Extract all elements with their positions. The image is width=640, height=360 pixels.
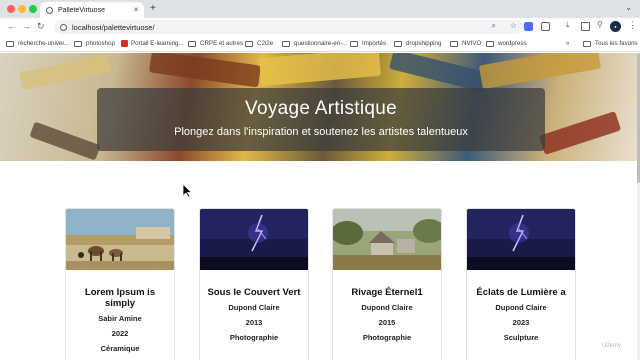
- tab-title: PalleteVirtuose: [58, 6, 105, 14]
- browser-tab-strip: PalleteVirtuose ✕ + ⌄: [0, 0, 640, 18]
- pin-icon[interactable]: ⚲: [597, 20, 606, 29]
- folder-icon: [350, 40, 358, 47]
- mouse-cursor-icon: [183, 184, 193, 198]
- bookmark-item[interactable]: NVIVO: [450, 40, 481, 47]
- bookmark-item[interactable]: Portail E-learning...: [121, 40, 184, 47]
- folder-icon: [245, 40, 253, 47]
- extension-icon[interactable]: [524, 22, 533, 31]
- new-tab-button[interactable]: +: [150, 3, 156, 14]
- address-bar[interactable]: localhost/palettevirtuose/ ⌕ ☆: [54, 20, 524, 34]
- hero-brush-stroke: [259, 53, 381, 87]
- more-menu-icon[interactable]: ⋮: [628, 20, 637, 31]
- artwork-artist: Dupond Claire: [495, 303, 547, 312]
- artwork-card[interactable]: Éclats de Lumière a Dupond Claire 2023 S…: [466, 208, 576, 360]
- browser-toolbar: ← → ↻ localhost/palettevirtuose/ ⌕ ☆ ⤓ ⚲…: [0, 18, 640, 36]
- bookmark-item[interactable]: wordpress: [486, 40, 527, 47]
- more-bookmarks-button[interactable]: »: [566, 40, 569, 47]
- hero-overlay-panel: Voyage Artistique Plongez dans l'inspira…: [97, 88, 545, 151]
- artwork-year: 2023: [512, 318, 530, 327]
- hero-brush-stroke: [149, 53, 261, 88]
- artwork-image: [467, 209, 575, 270]
- close-window-button[interactable]: [7, 5, 15, 13]
- chevron-down-icon[interactable]: ⌄: [625, 3, 632, 12]
- hero-banner: Voyage Artistique Plongez dans l'inspira…: [0, 53, 637, 161]
- artwork-year: 2022: [111, 329, 129, 338]
- artwork-title[interactable]: Sous le Couvert Vert: [200, 287, 308, 298]
- url-text[interactable]: localhost/palettevirtuose/: [72, 23, 155, 32]
- profile-avatar[interactable]: ●: [610, 21, 621, 32]
- artwork-artist: Sabir Amine: [98, 314, 142, 323]
- hero-brush-stroke: [538, 111, 622, 155]
- forward-arrow-icon[interactable]: →: [22, 21, 31, 31]
- udemy-watermark: Udemy: [602, 343, 622, 349]
- download-icon[interactable]: ⤓: [566, 20, 575, 29]
- site-info-icon[interactable]: [60, 23, 67, 31]
- artwork-card[interactable]: Lorem Ipsum is simply Sabir Amine 2022 C…: [65, 208, 175, 360]
- folder-icon: [394, 40, 402, 47]
- folder-icon: [583, 40, 591, 47]
- artwork-artist: Dupond Claire: [228, 303, 280, 312]
- artwork-image: [66, 209, 174, 270]
- folder-icon: [74, 40, 82, 47]
- hero-brush-stroke: [389, 53, 491, 93]
- minimize-window-button[interactable]: [18, 5, 26, 13]
- side-panel-icon[interactable]: [581, 22, 590, 31]
- folder-icon: [486, 40, 494, 47]
- page-subtitle: Plongez dans l'inspiration et soutenez l…: [174, 126, 468, 138]
- folder-icon: [450, 40, 458, 47]
- bookmark-item[interactable]: recherche-univer...: [6, 40, 69, 47]
- browser-tab[interactable]: PalleteVirtuose ✕: [40, 2, 144, 18]
- artwork-year: 2015: [378, 318, 396, 327]
- artwork-category: Céramique: [100, 344, 140, 353]
- bookmark-item[interactable]: questionnaire-en-...: [282, 40, 347, 47]
- bookmarks-bar: recherche-univer... photoshop Portail E-…: [0, 36, 640, 52]
- hero-brush-stroke: [19, 53, 111, 91]
- artwork-year: 2013: [245, 318, 263, 327]
- maximize-window-button[interactable]: [29, 5, 37, 13]
- all-favorites-button[interactable]: Tous les favoris: [583, 40, 638, 47]
- bookmark-item[interactable]: CRPE et autres: [188, 40, 243, 47]
- artwork-image: [200, 209, 308, 270]
- folder-icon: [6, 40, 14, 47]
- folder-icon: [188, 40, 196, 47]
- bookmark-star-icon[interactable]: ☆: [510, 21, 517, 30]
- artwork-artist: Dupond Claire: [361, 303, 413, 312]
- hero-brush-stroke: [478, 53, 602, 90]
- artwork-category: Photographie: [362, 333, 412, 342]
- artwork-title[interactable]: Lorem Ipsum is simply: [66, 287, 174, 309]
- portal-icon: [121, 40, 128, 47]
- artwork-category: Sculpture: [503, 333, 539, 342]
- artwork-card[interactable]: Rivage Éternel1 Dupond Claire 2015 Photo…: [332, 208, 442, 360]
- close-icon[interactable]: ✕: [133, 6, 139, 14]
- bookmark-item[interactable]: dropshipping: [394, 40, 441, 47]
- zoom-icon[interactable]: ⌕: [492, 21, 496, 31]
- artwork-category: Photographie: [229, 333, 279, 342]
- bookmark-item[interactable]: C2i2e: [245, 40, 273, 47]
- reload-icon[interactable]: ↻: [37, 21, 45, 32]
- artwork-card[interactable]: Sous le Couvert Vert Dupond Claire 2013 …: [199, 208, 309, 360]
- extensions-puzzle-icon[interactable]: [541, 22, 550, 31]
- bookmark-item[interactable]: Importés: [350, 40, 386, 47]
- hero-brush-stroke: [29, 121, 101, 161]
- bookmark-item[interactable]: photoshop: [74, 40, 115, 47]
- artwork-title[interactable]: Éclats de Lumière a: [467, 287, 575, 298]
- page-title: Voyage Artistique: [245, 98, 397, 119]
- artwork-image: [333, 209, 441, 270]
- artwork-title[interactable]: Rivage Éternel1: [333, 287, 441, 298]
- globe-icon: [46, 6, 53, 14]
- folder-icon: [282, 40, 290, 47]
- back-arrow-icon[interactable]: ←: [7, 21, 16, 31]
